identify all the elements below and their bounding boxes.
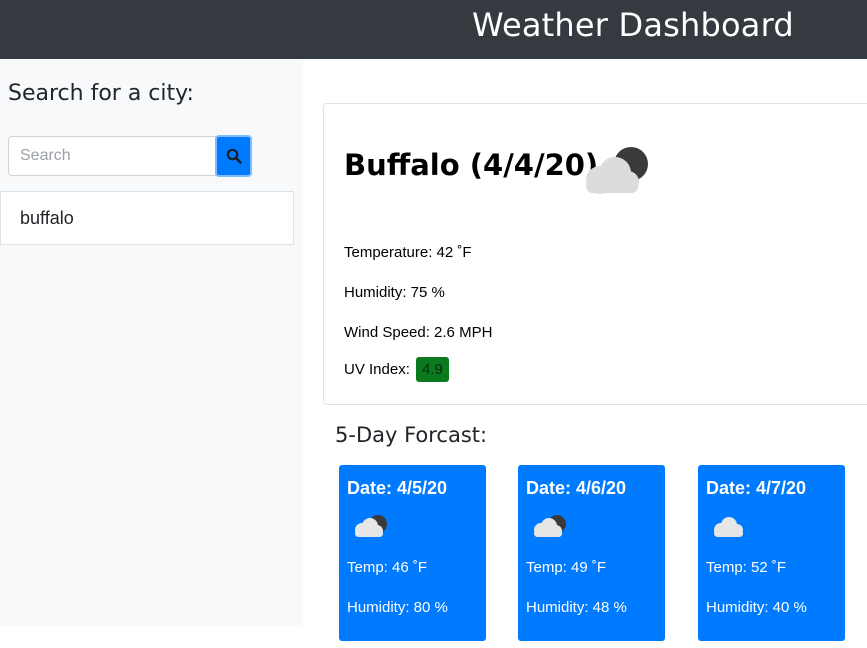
forecast-humidity: Humidity: 48 % <box>526 599 627 616</box>
sidebar: Search for a city: buffalo <box>0 59 303 625</box>
search-icon <box>226 148 242 164</box>
cloud-moon-icon <box>586 147 648 194</box>
forecast-humidity: Humidity: 80 % <box>347 599 448 616</box>
forecast-temp: Temp: 46 ˚F <box>347 559 428 576</box>
search-heading: Search for a city: <box>8 81 194 106</box>
history-item-label: buffalo <box>20 207 74 228</box>
city-title: Buffalo (4/4/20) <box>344 148 599 182</box>
uv-index-label: UV Index: <box>344 361 410 378</box>
temperature-text: Temperature: 42 ˚F <box>344 244 472 261</box>
search-input[interactable] <box>8 136 216 176</box>
forecast-humidity: Humidity: 40 % <box>706 599 807 616</box>
cloud-moon-icon <box>534 515 566 537</box>
forecast-card: Date: 4/5/20 Temp: 46 ˚F Humidity: 80 % <box>339 465 486 641</box>
forecast-date: Date: 4/7/20 <box>706 478 807 498</box>
cloud-icon <box>714 517 743 537</box>
uv-index-row: UV Index: 4.9 <box>344 357 449 382</box>
search-history-list: buffalo <box>0 191 294 245</box>
cloud-moon-icon <box>355 515 387 537</box>
forecast-card: Date: 4/6/20 Temp: 49 ˚F Humidity: 48 % <box>518 465 665 641</box>
forecast-card: Date: 4/7/20 Temp: 52 ˚F Humidity: 40 % <box>698 465 845 641</box>
search-button[interactable] <box>215 135 252 177</box>
forecast-temp: Temp: 49 ˚F <box>526 559 607 576</box>
forecast-date: Date: 4/5/20 <box>347 478 448 498</box>
wind-speed-text: Wind Speed: 2.6 MPH <box>344 324 493 341</box>
history-item[interactable]: buffalo <box>0 191 294 245</box>
navbar-title: Weather Dashboard <box>472 6 794 44</box>
current-weather-card: Buffalo (4/4/20) Temperature: 42 ˚F Humi… <box>323 103 867 405</box>
navbar: Weather Dashboard <box>0 0 867 59</box>
uv-index-badge: 4.9 <box>416 357 449 382</box>
humidity-text: Humidity: 75 % <box>344 284 445 301</box>
forecast-heading: 5-Day Forcast: <box>335 423 488 447</box>
forecast-date: Date: 4/6/20 <box>526 478 627 498</box>
forecast-temp: Temp: 52 ˚F <box>706 559 787 576</box>
